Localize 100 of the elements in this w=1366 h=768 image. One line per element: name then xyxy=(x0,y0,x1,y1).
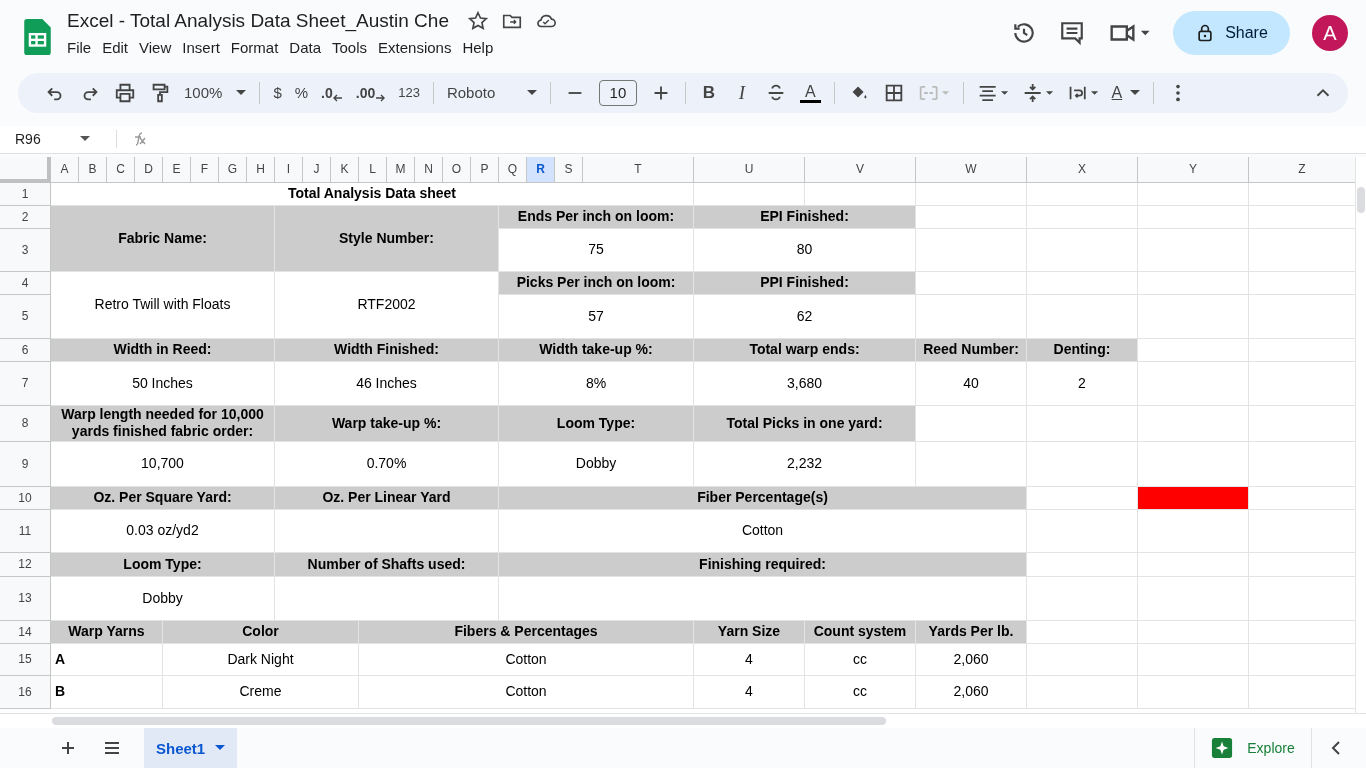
column-header[interactable]: H xyxy=(247,156,275,183)
column-header[interactable]: R xyxy=(527,156,555,183)
column-header[interactable]: V xyxy=(805,156,916,183)
menu-item[interactable]: Data xyxy=(289,37,329,58)
cell-reference-field[interactable]: R96 xyxy=(0,131,102,148)
column-header[interactable]: J xyxy=(303,156,331,183)
column-header[interactable]: M xyxy=(387,156,415,183)
caret-icon xyxy=(215,745,226,751)
sparkle-icon xyxy=(1211,737,1234,759)
menu-item[interactable]: Help xyxy=(462,37,502,58)
row-header[interactable]: 3 xyxy=(0,228,51,272)
header-cell: EPI Finished: xyxy=(694,205,916,229)
table-cell: cc xyxy=(805,675,916,709)
menu-item[interactable]: File xyxy=(67,37,100,58)
header-cell: Oz. Per Linear Yard xyxy=(275,486,499,510)
row-header[interactable]: 6 xyxy=(0,338,51,362)
increase-decimal-button[interactable]: .00 xyxy=(355,83,386,102)
row-header[interactable]: 13 xyxy=(0,576,51,621)
column-header[interactable]: L xyxy=(359,156,387,183)
header-cell: Picks Per inch on loom: xyxy=(499,271,694,295)
column-header[interactable]: W xyxy=(916,156,1027,183)
print-icon[interactable] xyxy=(114,81,136,104)
table-cell: A xyxy=(51,643,163,676)
row-header[interactable]: 4 xyxy=(0,271,51,295)
row-header[interactable]: 16 xyxy=(0,675,51,709)
scrollbar-thumb[interactable] xyxy=(1357,186,1365,213)
history-icon[interactable] xyxy=(1011,20,1037,46)
header-cell: Width Finished: xyxy=(275,338,499,362)
text-color-button[interactable]: A xyxy=(799,82,821,103)
menu-item[interactable]: Extensions xyxy=(378,37,460,58)
column-header[interactable]: Z xyxy=(1249,156,1356,183)
font-size-field[interactable]: 10 xyxy=(598,79,637,106)
row-header[interactable]: 1 xyxy=(0,182,51,206)
column-header[interactable]: C xyxy=(107,156,135,183)
table-cell: 46 Inches xyxy=(275,361,499,406)
column-header[interactable]: O xyxy=(443,156,471,183)
row-header[interactable]: 8 xyxy=(0,405,51,442)
menu-item[interactable]: Edit xyxy=(102,37,137,58)
header-cell: Style Number: xyxy=(275,205,499,272)
column-header[interactable]: E xyxy=(163,156,191,183)
column-header[interactable]: S xyxy=(555,156,583,183)
italic-button[interactable]: I xyxy=(731,81,752,104)
explore-button[interactable]: Explore xyxy=(1194,728,1312,768)
table-cell: 80 xyxy=(694,228,916,272)
row-header[interactable]: 5 xyxy=(0,294,51,339)
column-header[interactable]: U xyxy=(694,156,805,183)
header-cell: Denting: xyxy=(1027,338,1138,362)
row-header[interactable]: 14 xyxy=(0,620,51,644)
row-header[interactable]: 12 xyxy=(0,552,51,577)
text-rotation-button[interactable]: A xyxy=(1111,83,1141,102)
column-header[interactable]: X xyxy=(1027,156,1138,183)
table-cell: 2 xyxy=(1027,361,1138,406)
account-avatar[interactable]: A xyxy=(1312,15,1348,51)
column-header[interactable]: G xyxy=(219,156,247,183)
header-cell: Loom Type: xyxy=(499,405,694,442)
column-header[interactable]: A xyxy=(51,156,79,183)
column-header[interactable]: F xyxy=(191,156,219,183)
row-header[interactable]: 10 xyxy=(0,486,51,510)
font-dropdown[interactable]: Roboto xyxy=(446,84,537,102)
column-header[interactable]: B xyxy=(79,156,107,183)
table-cell: 4 xyxy=(694,643,805,676)
table-cell: cc xyxy=(805,643,916,676)
currency-button[interactable]: $ xyxy=(273,84,282,102)
column-header[interactable]: Q xyxy=(499,156,527,183)
zoom-dropdown[interactable]: 100% xyxy=(184,84,247,102)
row-header[interactable]: 11 xyxy=(0,509,51,553)
comment-icon[interactable] xyxy=(1059,20,1085,46)
percent-button[interactable]: % xyxy=(294,84,309,102)
column-header[interactable]: Y xyxy=(1138,156,1249,183)
header-cell: Number of Shafts used: xyxy=(275,552,499,577)
row-header[interactable]: 9 xyxy=(0,441,51,487)
menu-item[interactable]: Format xyxy=(230,37,287,58)
document-title[interactable]: Excel - Total Analysis Data Sheet_Austin Che xyxy=(67,10,455,32)
caret-icon xyxy=(236,89,247,96)
decrease-decimal-button[interactable]: .0 xyxy=(321,83,343,102)
sheets-logo-icon[interactable] xyxy=(24,19,51,55)
scrollbar-thumb[interactable] xyxy=(52,717,886,725)
menu-item[interactable]: Tools xyxy=(332,37,376,58)
menu-item[interactable]: Insert xyxy=(182,37,228,58)
header-cell: Warp take-up %: xyxy=(275,405,499,442)
header-cell: Fiber Percentage(s) xyxy=(499,486,1027,510)
column-header[interactable]: N xyxy=(415,156,443,183)
number-format-button[interactable]: 123 xyxy=(398,85,420,101)
column-header[interactable]: K xyxy=(331,156,359,183)
bold-button[interactable]: B xyxy=(698,82,719,103)
column-header[interactable]: I xyxy=(275,156,303,183)
table-cell: 2,060 xyxy=(916,675,1027,709)
sheet-tab[interactable]: Sheet1 xyxy=(144,728,238,768)
menu-item[interactable]: View xyxy=(139,37,180,58)
column-header[interactable]: T xyxy=(583,156,694,183)
star-icon[interactable] xyxy=(466,10,489,32)
column-header[interactable]: D xyxy=(135,156,163,183)
share-button[interactable]: Share xyxy=(1173,11,1290,55)
row-header[interactable]: 2 xyxy=(0,205,51,229)
header-cell: PPI Finished: xyxy=(694,271,916,295)
row-header[interactable]: 15 xyxy=(0,643,51,676)
row-header[interactable]: 7 xyxy=(0,361,51,406)
table-cell: Dobby xyxy=(499,441,694,487)
table-cell: 0.70% xyxy=(275,441,499,487)
column-header[interactable]: P xyxy=(471,156,499,183)
